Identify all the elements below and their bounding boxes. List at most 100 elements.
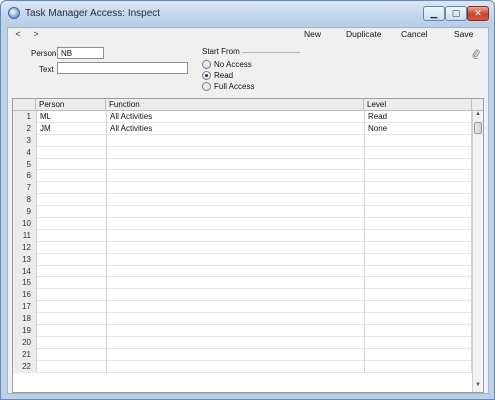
table-row[interactable]: 12 <box>13 241 472 254</box>
function-cell[interactable]: All Activities <box>106 111 364 123</box>
level-cell[interactable] <box>364 265 472 278</box>
function-cell[interactable] <box>106 289 364 302</box>
function-cell[interactable] <box>106 336 364 349</box>
table-row[interactable]: 18 <box>13 313 472 326</box>
table-row[interactable]: 17 <box>13 301 472 314</box>
table-row[interactable]: 10 <box>13 218 472 230</box>
new-button[interactable]: New <box>304 29 321 39</box>
function-cell[interactable] <box>106 265 364 278</box>
table-row[interactable]: 15 <box>13 277 472 290</box>
table-row[interactable]: 19 <box>13 325 472 337</box>
close-button[interactable]: ✕ <box>467 6 489 21</box>
table-row[interactable]: 2 JM All Activities None <box>13 122 472 135</box>
level-cell[interactable] <box>364 182 472 195</box>
person-cell[interactable] <box>36 194 106 207</box>
function-cell[interactable] <box>106 229 364 242</box>
level-cell[interactable] <box>364 158 472 171</box>
function-cell[interactable] <box>106 313 364 326</box>
level-cell[interactable] <box>364 348 472 361</box>
table-row[interactable]: 7 <box>13 182 472 195</box>
person-cell[interactable] <box>36 241 106 254</box>
minimize-button[interactable]: ▁ <box>423 6 445 21</box>
vertical-scrollbar[interactable]: ▲ ▼ <box>472 111 483 392</box>
radio-button[interactable] <box>202 81 211 91</box>
radio-button-selected[interactable] <box>202 70 211 80</box>
table-row[interactable]: 8 <box>13 194 472 207</box>
text-field[interactable] <box>57 62 188 74</box>
person-cell[interactable]: ML <box>36 111 106 123</box>
table-row[interactable]: 22 <box>13 360 472 373</box>
function-cell[interactable] <box>106 360 364 373</box>
level-cell[interactable] <box>364 277 472 290</box>
table-row[interactable]: 1 ML All Activities Read <box>13 111 472 123</box>
table-row[interactable]: 6 <box>13 170 472 183</box>
function-cell[interactable] <box>106 277 364 290</box>
level-cell[interactable] <box>364 360 472 373</box>
person-field[interactable]: NB <box>57 47 104 59</box>
level-cell[interactable] <box>364 146 472 159</box>
person-cell[interactable] <box>36 277 106 290</box>
level-cell[interactable]: None <box>364 122 472 135</box>
function-cell[interactable] <box>106 206 364 219</box>
table-row[interactable]: 14 <box>13 265 472 278</box>
person-cell[interactable] <box>36 158 106 171</box>
person-cell[interactable] <box>36 265 106 278</box>
table-row[interactable]: 16 <box>13 289 472 302</box>
scroll-down-icon[interactable]: ▼ <box>473 382 483 392</box>
person-cell[interactable] <box>36 253 106 266</box>
level-column-header[interactable]: Level <box>364 99 472 111</box>
table-row[interactable]: 4 <box>13 146 472 159</box>
level-cell[interactable] <box>364 218 472 230</box>
person-cell[interactable] <box>36 134 106 147</box>
maximize-button[interactable]: ▢ <box>445 6 467 21</box>
table-row[interactable]: 3 <box>13 134 472 147</box>
person-cell[interactable] <box>36 146 106 159</box>
level-cell[interactable] <box>364 289 472 302</box>
function-cell[interactable] <box>106 218 364 230</box>
level-cell[interactable] <box>364 206 472 219</box>
duplicate-button[interactable]: Duplicate <box>346 29 381 39</box>
person-cell[interactable] <box>36 301 106 314</box>
scroll-up-icon[interactable]: ▲ <box>473 111 483 121</box>
level-cell[interactable]: Read <box>364 111 472 123</box>
person-cell[interactable]: JM <box>36 122 106 135</box>
cancel-button[interactable]: Cancel <box>401 29 427 39</box>
radio-full-access[interactable]: Full Access <box>202 81 254 91</box>
table-row[interactable]: 5 <box>13 158 472 171</box>
function-cell[interactable] <box>106 253 364 266</box>
function-cell[interactable] <box>106 241 364 254</box>
function-cell[interactable]: All Activities <box>106 122 364 135</box>
table-row[interactable]: 21 <box>13 348 472 361</box>
person-cell[interactable] <box>36 182 106 195</box>
level-cell[interactable] <box>364 194 472 207</box>
paperclip-icon[interactable] <box>472 48 480 59</box>
level-cell[interactable] <box>364 325 472 337</box>
table-row[interactable]: 9 <box>13 206 472 219</box>
person-cell[interactable] <box>36 218 106 230</box>
function-cell[interactable] <box>106 170 364 183</box>
function-cell[interactable] <box>106 194 364 207</box>
previous-record-button[interactable]: < <box>13 29 23 39</box>
level-cell[interactable] <box>364 313 472 326</box>
function-cell[interactable] <box>106 146 364 159</box>
function-cell[interactable] <box>106 158 364 171</box>
level-cell[interactable] <box>364 229 472 242</box>
person-column-header[interactable]: Person <box>36 99 106 111</box>
save-button[interactable]: Save <box>454 29 473 39</box>
level-cell[interactable] <box>364 241 472 254</box>
table-row[interactable]: 13 <box>13 253 472 266</box>
level-cell[interactable] <box>364 336 472 349</box>
person-cell[interactable] <box>36 229 106 242</box>
function-cell[interactable] <box>106 348 364 361</box>
person-cell[interactable] <box>36 289 106 302</box>
level-cell[interactable] <box>364 134 472 147</box>
radio-read[interactable]: Read <box>202 70 233 80</box>
person-cell[interactable] <box>36 348 106 361</box>
person-cell[interactable] <box>36 360 106 373</box>
person-cell[interactable] <box>36 206 106 219</box>
radio-no-access[interactable]: No Access <box>202 59 252 69</box>
level-cell[interactable] <box>364 301 472 314</box>
scrollbar-thumb[interactable] <box>474 122 482 134</box>
person-cell[interactable] <box>36 170 106 183</box>
level-cell[interactable] <box>364 253 472 266</box>
